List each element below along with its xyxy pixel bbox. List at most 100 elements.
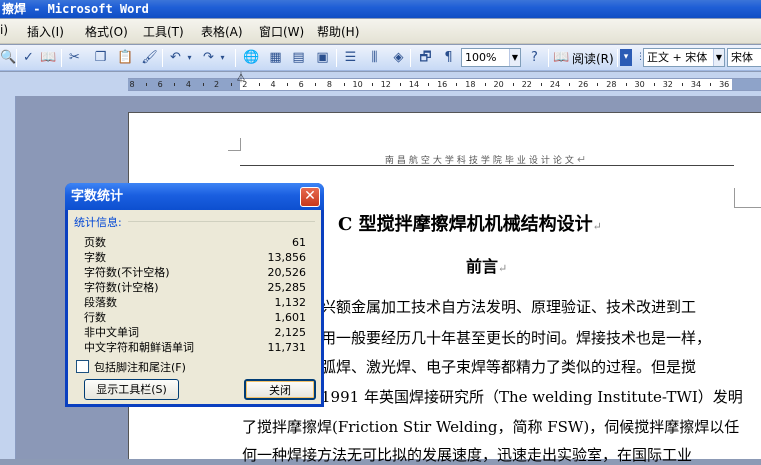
standard-toolbar: 🔍 ✓ 📖 ✂ ❐ 📋 🖌 ↶ ▾ ↷ ▾ 🌐 ▦ ▤ ▣ ☰ ⫼ ◈ 🗗 ¶ … — [0, 45, 761, 71]
ruler-tick — [681, 83, 683, 86]
menu-item-help[interactable]: 帮助(H) — [317, 23, 359, 40]
stat-value: 61 — [292, 236, 306, 249]
ruler-margin — [128, 79, 240, 90]
ruler-label: 16 — [437, 80, 448, 89]
document-map-icon[interactable]: ◈ — [390, 49, 407, 66]
ruler-tick — [512, 83, 514, 86]
ruler-label: 26 — [578, 80, 589, 89]
ruler-tick — [174, 83, 176, 86]
toolbar-separator — [336, 49, 337, 67]
stat-label: 段落数 — [84, 296, 117, 309]
ruler-label: 30 — [634, 80, 645, 89]
spelling-icon[interactable]: ✓ — [20, 49, 37, 66]
menu-item-view-partial[interactable]: i) — [0, 23, 8, 37]
zoom-dropdown[interactable]: 100% ▼ — [461, 48, 521, 67]
help-icon[interactable]: ? — [526, 49, 543, 66]
ruler-tick — [484, 83, 486, 86]
ruler-label: 36 — [719, 80, 730, 89]
close-icon[interactable]: ✕ — [300, 187, 320, 207]
stat-label: 字符数(不计空格) — [84, 266, 170, 279]
menu-item-table[interactable]: 表格(A) — [201, 23, 243, 40]
toolbar-separator — [617, 49, 618, 67]
close-button[interactable]: 关闭 — [244, 379, 316, 400]
read-button[interactable]: 阅读(R) — [572, 50, 614, 67]
drawing-icon[interactable]: ⫼ — [366, 49, 383, 66]
indent-marker-icon[interactable]: ⏃ — [236, 74, 246, 84]
menu-item-format[interactable]: 格式(O) — [85, 23, 128, 40]
ruler-label: 4 — [185, 80, 191, 89]
menu-item-window[interactable]: 窗口(W) — [259, 23, 304, 40]
stat-value: 1,601 — [274, 311, 307, 324]
hyperlink-icon[interactable]: 🌐 — [243, 49, 260, 66]
stat-label: 页数 — [84, 236, 106, 249]
crop-mark — [228, 138, 241, 151]
columns-icon[interactable]: ☰ — [342, 49, 359, 66]
tables-borders-icon[interactable]: ▦ — [267, 49, 284, 66]
redo-icon[interactable]: ↷ — [200, 49, 217, 66]
toolbar-separator — [16, 49, 17, 67]
toolbar-separator — [235, 49, 236, 67]
undo-dropdown-icon[interactable]: ▾ — [185, 49, 194, 66]
insert-excel-icon[interactable]: ▣ — [314, 49, 331, 66]
ruler-tick — [428, 83, 430, 86]
ruler-label: 6 — [157, 80, 163, 89]
toolbar-separator — [548, 49, 549, 67]
stat-row: 非中文单词 2,125 — [84, 325, 306, 340]
stat-row: 字符数(计空格) 25,285 — [84, 280, 306, 295]
stats-section-label: 统计信息: — [74, 216, 122, 229]
ruler-tick — [625, 83, 627, 86]
dialog-body: 统计信息: 页数 61 字数 13,856 字符数(不计空格) 20,526 字… — [68, 210, 321, 404]
toolbar-options-icon[interactable]: ▾ — [620, 49, 632, 66]
stat-label: 非中文单词 — [84, 326, 139, 339]
show-toolbar-button[interactable]: 显示工具栏(S) — [84, 379, 179, 400]
menu-item-insert[interactable]: 插入(I) — [27, 23, 64, 40]
stat-row: 字数 13,856 — [84, 250, 306, 265]
format-painter-icon[interactable]: 🖌 — [141, 49, 158, 66]
ruler-tick — [569, 83, 571, 86]
horizontal-ruler[interactable]: 8 6 4 2 2 4 6 8 10 12 14 16 18 20 22 24 26 28 30 32 34 36 — [128, 78, 761, 91]
window-title-bar: 擦焊 - Microsoft Word — [0, 0, 761, 18]
toolbar-separator — [61, 49, 62, 67]
ruler-tick — [710, 83, 712, 86]
undo-icon[interactable]: ↶ — [167, 49, 184, 66]
document-title-text: C 型搅拌摩擦焊机机械结构设计 — [338, 214, 593, 235]
read-icon[interactable]: 📖 — [553, 49, 570, 66]
style-dropdown[interactable]: 正文 + 宋体 ▼ — [643, 48, 725, 67]
paste-icon[interactable]: 📋 — [117, 49, 134, 66]
font-value: 宋体 — [731, 51, 753, 64]
font-dropdown[interactable]: 宋体 — [727, 48, 761, 67]
insert-table-icon[interactable]: ▤ — [290, 49, 307, 66]
body-line: 了搅拌摩擦焊(Friction Stir Welding，简称 FSW)，伺候搅… — [242, 418, 740, 436]
section-divider — [128, 221, 315, 222]
research-icon[interactable]: 📖 — [40, 49, 57, 66]
stat-value: 11,731 — [267, 341, 307, 354]
show-hide-icon[interactable]: ¶ — [440, 49, 457, 66]
ruler-tick — [540, 83, 542, 86]
toolbar-separator — [410, 49, 411, 67]
stat-value: 2,125 — [274, 326, 307, 339]
menu-item-tools[interactable]: 工具(T) — [143, 23, 184, 40]
zoom-value: 100% — [465, 51, 497, 64]
redo-dropdown-icon[interactable]: ▾ — [218, 49, 227, 66]
ruler-label: 28 — [606, 80, 617, 89]
window-title: 擦焊 - Microsoft Word — [2, 2, 149, 16]
include-footnotes-checkbox[interactable] — [76, 360, 89, 373]
cut-icon[interactable]: ✂ — [66, 49, 83, 66]
document-map-pane-icon[interactable]: 🗗 — [417, 49, 434, 66]
paragraph-mark-icon: ↵ — [498, 262, 508, 275]
print-preview-icon[interactable]: 🔍 — [0, 49, 17, 66]
word-count-dialog: 字数统计 ✕ 统计信息: 页数 61 字数 13,856 字符数(不计空格) 2… — [65, 183, 324, 407]
include-footnotes-label[interactable]: 包括脚注和尾注(F) — [94, 359, 186, 375]
stat-value: 13,856 — [267, 251, 307, 264]
ruler-label: 8 — [326, 80, 332, 89]
ruler-tick — [287, 83, 289, 86]
section-heading: 前言↵ — [466, 253, 507, 277]
copy-icon[interactable]: ❐ — [92, 49, 109, 66]
vertical-ruler — [0, 96, 16, 459]
style-value: 正文 + 宋体 — [647, 51, 708, 64]
ruler-tick — [258, 83, 260, 86]
dialog-title-bar[interactable]: 字数统计 ✕ — [65, 183, 324, 210]
ruler-tick — [230, 83, 232, 86]
ruler-label: 10 — [352, 80, 363, 89]
ruler-label: 18 — [465, 80, 476, 89]
